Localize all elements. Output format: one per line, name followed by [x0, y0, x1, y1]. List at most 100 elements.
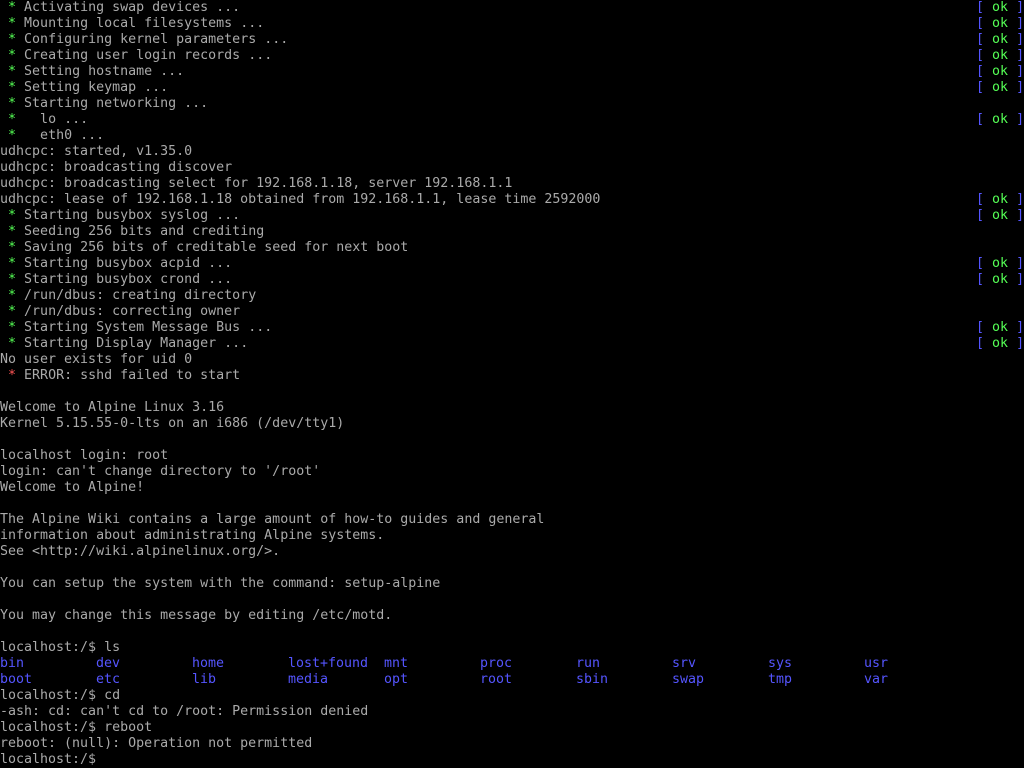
ok-star-icon: * — [8, 256, 17, 271]
shell-prompt-input[interactable]: localhost:/$ — [0, 752, 104, 767]
status-ok-text: ok — [992, 32, 1009, 47]
status-ok-text: ok — [992, 48, 1009, 63]
bracket-close: ] — [1016, 192, 1024, 207]
active-prompt-line[interactable]: localhost:/$ — [0, 752, 1024, 768]
ok-star-icon: * — [8, 288, 17, 303]
status-ok-text: ok — [992, 320, 1009, 335]
ok-star-icon: * — [8, 112, 17, 127]
console-text: udhcpc: broadcasting select for 192.168.… — [0, 176, 513, 191]
bracket-close: ] — [1016, 16, 1024, 31]
service-message: Saving 256 bits of creditable seed for n… — [24, 240, 409, 255]
ok-star-icon: * — [8, 0, 17, 15]
status-ok-badge: [ ok ] — [976, 32, 1024, 48]
console-output-line: Kernel 5.15.55-0-lts on an i686 (/dev/tt… — [0, 416, 1024, 432]
console-text: Welcome to Alpine Linux 3.16 — [0, 400, 225, 415]
service-line: * Mounting local filesystems ... [ ok ] — [0, 16, 1024, 32]
service-line: * eth0 ... — [0, 128, 1024, 144]
directory-entry: run — [576, 656, 601, 671]
directory-entry: root — [480, 672, 513, 687]
status-ok-badge: [ ok ] — [976, 256, 1024, 272]
console-output-line: See <http://wiki.alpinelinux.org/>. — [0, 544, 1024, 560]
console-output-line: The Alpine Wiki contains a large amount … — [0, 512, 1024, 528]
bracket-open: [ — [976, 48, 985, 63]
service-line: * Starting networking ... — [0, 96, 1024, 112]
console-text: Kernel 5.15.55-0-lts on an i686 (/dev/tt… — [0, 416, 345, 431]
directory-entry: bin — [0, 656, 25, 671]
console-text: login: can't change directory to '/root' — [0, 464, 321, 479]
console-text: localhost login: root — [0, 448, 169, 463]
service-line: * lo ... [ ok ] — [0, 112, 1024, 128]
bracket-close: ] — [1016, 80, 1024, 95]
ok-star-icon: * — [8, 336, 17, 351]
service-line: * Configuring kernel parameters ... [ ok … — [0, 32, 1024, 48]
directory-entry: srv — [672, 656, 697, 671]
service-message: lo ... — [24, 112, 89, 127]
bracket-open: [ — [976, 16, 985, 31]
service-message: Starting System Message Bus ... — [24, 320, 273, 335]
bracket-close: ] — [1016, 0, 1024, 15]
ls-output-row: bin dev home lost+found mnt proc run srv sys usr — [0, 656, 1024, 672]
console-output-line: You may change this message by editing /… — [0, 608, 1024, 624]
directory-entry: sys — [768, 656, 793, 671]
service-message: Configuring kernel parameters ... — [24, 32, 289, 47]
bracket-open: [ — [976, 32, 985, 47]
service-line: * Seeding 256 bits and crediting — [0, 224, 1024, 240]
ok-star-icon: * — [8, 224, 17, 239]
status-ok-text: ok — [992, 16, 1009, 31]
service-line: * Starting busybox syslog ... [ ok ] — [0, 208, 1024, 224]
service-line: * Setting hostname ... [ ok ] — [0, 64, 1024, 80]
status-ok-badge: [ ok ] — [976, 336, 1024, 352]
console-text: -ash: cd: can't cd to /root: Permission … — [0, 704, 369, 719]
service-message: Seeding 256 bits and crediting — [24, 224, 265, 239]
error-star-icon: * — [8, 368, 17, 383]
service-message: Starting networking ... — [24, 96, 209, 111]
console-output-line: -ash: cd: can't cd to /root: Permission … — [0, 704, 1024, 720]
console-output-line: login: can't change directory to '/root' — [0, 464, 1024, 480]
service-message: Mounting local filesystems ... — [24, 16, 265, 31]
status-ok-text: ok — [992, 336, 1009, 351]
directory-entry: mnt — [384, 656, 409, 671]
bracket-open: [ — [976, 192, 985, 207]
bracket-close: ] — [1016, 112, 1024, 127]
console-output-line: You can setup the system with the comman… — [0, 576, 1024, 592]
directory-entry: etc — [96, 672, 121, 687]
directory-entry: proc — [480, 656, 513, 671]
console-output-line: Welcome to Alpine! — [0, 480, 1024, 496]
console-text: udhcpc: started, v1.35.0 — [0, 144, 193, 159]
bracket-open: [ — [976, 112, 985, 127]
console-output-line: udhcpc: started, v1.35.0 — [0, 144, 1024, 160]
status-ok-text: ok — [992, 112, 1009, 127]
ok-star-icon: * — [8, 304, 17, 319]
shell-command: localhost:/$ cd — [0, 688, 121, 703]
service-message: Starting busybox crond ... — [24, 272, 233, 287]
ok-star-icon: * — [8, 128, 17, 143]
service-line: * Starting System Message Bus ... [ ok ] — [0, 320, 1024, 336]
ok-star-icon: * — [8, 80, 17, 95]
directory-entry: swap — [672, 672, 705, 687]
service-line: * Creating user login records ... [ ok ] — [0, 48, 1024, 64]
console-output-line: No user exists for uid 0 — [0, 352, 1024, 368]
service-message: Creating user login records ... — [24, 48, 273, 63]
directory-entry: lib — [192, 672, 217, 687]
service-message: Starting Display Manager ... — [24, 336, 249, 351]
status-ok-text: ok — [992, 192, 1009, 207]
console-text: You can setup the system with the comman… — [0, 576, 441, 591]
terminal-console[interactable]: * Activating swap devices ... [ ok ] * Mo… — [0, 0, 1024, 768]
console-text: reboot: (null): Operation not permitted — [0, 736, 313, 751]
ok-star-icon: * — [8, 272, 17, 287]
prompt-line: localhost:/$ cd — [0, 688, 1024, 704]
status-ok-text: ok — [992, 208, 1009, 223]
directory-entry: lost+found — [288, 656, 369, 671]
directory-entry: sbin — [576, 672, 609, 687]
service-line: * Starting busybox crond ... [ ok ] — [0, 272, 1024, 288]
bracket-open: [ — [976, 64, 985, 79]
directory-entry: dev — [96, 656, 121, 671]
status-ok-text: ok — [992, 0, 1009, 15]
console-output-line: Welcome to Alpine Linux 3.16 — [0, 400, 1024, 416]
service-message: /run/dbus: correcting owner — [24, 304, 241, 319]
service-message: ERROR: sshd failed to start — [24, 368, 241, 383]
shell-command: localhost:/$ ls — [0, 640, 121, 655]
